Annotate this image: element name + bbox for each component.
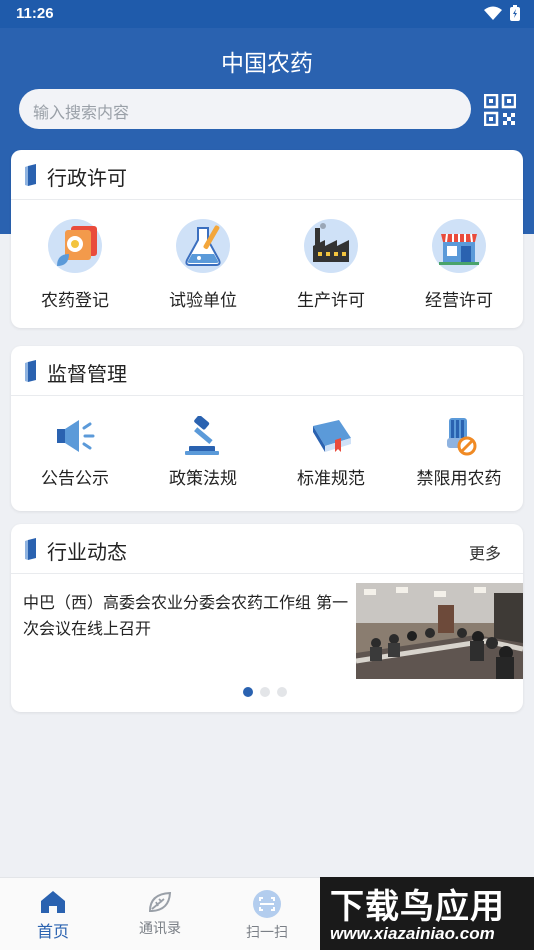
menu-item-test-unit[interactable]: 试验单位 [139,218,267,311]
status-time: 11:26 [16,5,54,22]
menu-item-label: 禁限用农药 [416,469,502,489]
tab-scan[interactable]: 扫一扫 [214,878,320,942]
qr-code-icon[interactable] [484,94,516,126]
menu-item-announcements[interactable]: 公告公示 [11,416,139,489]
status-bar: 11:26 [0,0,534,28]
menu-item-production-license[interactable]: 生产许可 [267,218,395,311]
menu-item-standards[interactable]: 标准规范 [267,416,395,489]
pesticide-registration-icon [48,219,102,273]
watermark-logo: 下载鸟应用 www.xiazainiao.com [320,877,534,950]
menu-item-label: 政策法规 [169,469,237,489]
card-header: 监督管理 [11,346,523,396]
menu-item-business-license[interactable]: 经营许可 [395,218,523,311]
book-marker-icon [25,538,36,560]
section-title: 行业动态 [47,540,127,564]
app-title: 中国农药 [221,51,313,77]
menu-item-label: 生产许可 [297,291,365,311]
menu-item-label: 试验单位 [169,291,237,311]
menu-item-banned-pesticides[interactable]: 禁限用农药 [395,416,523,489]
tab-label: 扫一扫 [246,925,288,941]
news-carousel[interactable]: 中巴（西）高委会农业分委会农药工作组 第一次会议在线上召开 [11,574,523,712]
section-title: 行政许可 [47,166,127,190]
test-lab-flask-icon [176,219,230,273]
menu-item-label: 农药登记 [41,291,109,311]
book-marker-icon [25,360,36,382]
home-icon [41,891,65,913]
status-icons [484,5,520,21]
book-marker-icon [25,164,36,186]
more-link[interactable]: 更多 [469,540,501,564]
card-header: 行政许可 [11,150,523,200]
admin-license-card: 行政许可 农药登记 试验单位 生产许可 经营许可 [11,150,523,328]
news-headline[interactable]: 中巴（西）高委会农业分委会农药工作组 第一次会议在线上召开 [23,590,353,642]
gavel-icon [185,416,219,455]
menu-item-policies[interactable]: 政策法规 [139,416,267,489]
card-header: 行业动态 更多 [11,524,523,574]
search-input[interactable]: 输入搜索内容 [19,89,471,129]
menu-item-pesticide-registration[interactable]: 农药登记 [11,218,139,311]
tab-label: 首页 [36,922,69,941]
menu-item-label: 公告公示 [41,469,109,489]
menu-item-label: 标准规范 [297,469,365,489]
battery-icon [510,5,520,21]
banned-pesticide-icon [447,418,477,456]
supervision-menu-grid: 公告公示 政策法规 标准规范 禁限用农药 [11,396,523,489]
search-placeholder: 输入搜索内容 [33,103,130,122]
news-photo[interactable] [356,583,523,679]
carousel-dot[interactable] [277,687,287,697]
tab-contacts[interactable]: 通讯录 [107,878,213,938]
carousel-dots [243,687,287,697]
factory-icon [304,219,358,273]
section-title: 监督管理 [47,362,127,386]
supervision-card: 监督管理 公告公示 政策法规 标准规范 禁限用农药 [11,346,523,511]
book-icon [313,420,351,452]
shop-icon [432,219,486,273]
watermark-title: 下载鸟应用 [330,887,505,927]
admin-menu-grid: 农药登记 试验单位 生产许可 经营许可 [11,200,523,311]
watermark-url: www.xiazainiao.com [330,924,495,943]
contacts-leaf-icon [148,891,172,912]
wifi-icon [484,6,502,20]
carousel-dot[interactable] [243,687,253,697]
tab-home[interactable]: 首页 [0,878,106,942]
carousel-dot[interactable] [260,687,270,697]
industry-news-card: 行业动态 更多 中巴（西）高委会农业分委会农药工作组 第一次会议在线上召开 [11,524,523,712]
menu-item-label: 经营许可 [425,291,493,311]
tab-label: 通讯录 [139,921,181,937]
scan-icon [253,890,281,918]
megaphone-icon [57,420,95,452]
